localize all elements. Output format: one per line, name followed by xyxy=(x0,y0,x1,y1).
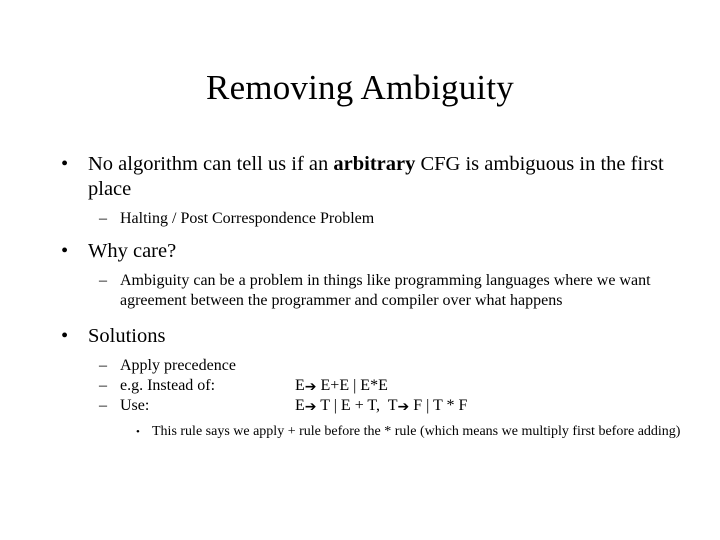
bullet-marker: – xyxy=(99,210,107,227)
bullet-item: – Ambiguity can be a problem in things l… xyxy=(0,271,720,311)
bullet-text-bold: arbitrary xyxy=(333,153,416,175)
bullet-marker: – xyxy=(99,397,107,414)
bullet-text: Why care? xyxy=(88,240,177,262)
rule-lhs: E xyxy=(295,397,305,414)
bullet-text: This rule says we apply + rule before th… xyxy=(152,424,681,439)
bullet-item: • Solutions xyxy=(0,324,720,349)
rule-lhs: E xyxy=(295,377,305,394)
rule-rhs: T | E + T, T xyxy=(316,397,398,414)
bullet-text: Ambiguity can be a problem in things lik… xyxy=(120,272,651,309)
rule-rhs-second: F | T * F xyxy=(409,397,468,414)
arrow-right-icon: ➔ xyxy=(397,399,410,415)
bullet-marker: • xyxy=(61,240,69,262)
bullet-item: – Apply precedence xyxy=(0,356,720,376)
bullet-text: Solutions xyxy=(88,325,166,347)
grammar-rule-item: – Use: E➔ T | E + T, T➔ F | T * F xyxy=(0,396,720,416)
bullet-marker: • xyxy=(61,325,69,347)
bullet-marker: – xyxy=(99,272,107,289)
bullet-item: • This rule says we apply + rule before … xyxy=(0,423,720,441)
bullet-marker: – xyxy=(99,357,107,374)
bullet-text: Halting / Post Correspondence Problem xyxy=(120,210,375,227)
bullet-item: • No algorithm can tell us if an arbitra… xyxy=(0,152,720,202)
rule-label: Use: xyxy=(120,397,150,414)
bullet-marker: • xyxy=(136,426,140,438)
slide-body: • No algorithm can tell us if an arbitra… xyxy=(0,152,720,441)
bullet-text: Apply precedence xyxy=(120,357,236,374)
bullet-text-before-bold: No algorithm can tell us if an xyxy=(88,153,334,175)
bullet-marker: • xyxy=(61,153,69,175)
bullet-item: • Why care? xyxy=(0,239,720,264)
grammar-rule-item: – e.g. Instead of: E➔ E+E | E*E xyxy=(0,376,720,396)
arrow-right-icon: ➔ xyxy=(304,399,317,415)
bullet-item: – Halting / Post Correspondence Problem xyxy=(0,209,720,229)
slide: Removing Ambiguity • No algorithm can te… xyxy=(0,0,720,540)
page-title: Removing Ambiguity xyxy=(206,68,514,107)
rule-rhs: E+E | E*E xyxy=(316,377,388,394)
bullet-marker: – xyxy=(99,377,107,394)
arrow-right-icon: ➔ xyxy=(304,379,317,395)
rule-label: e.g. Instead of: xyxy=(120,377,216,394)
